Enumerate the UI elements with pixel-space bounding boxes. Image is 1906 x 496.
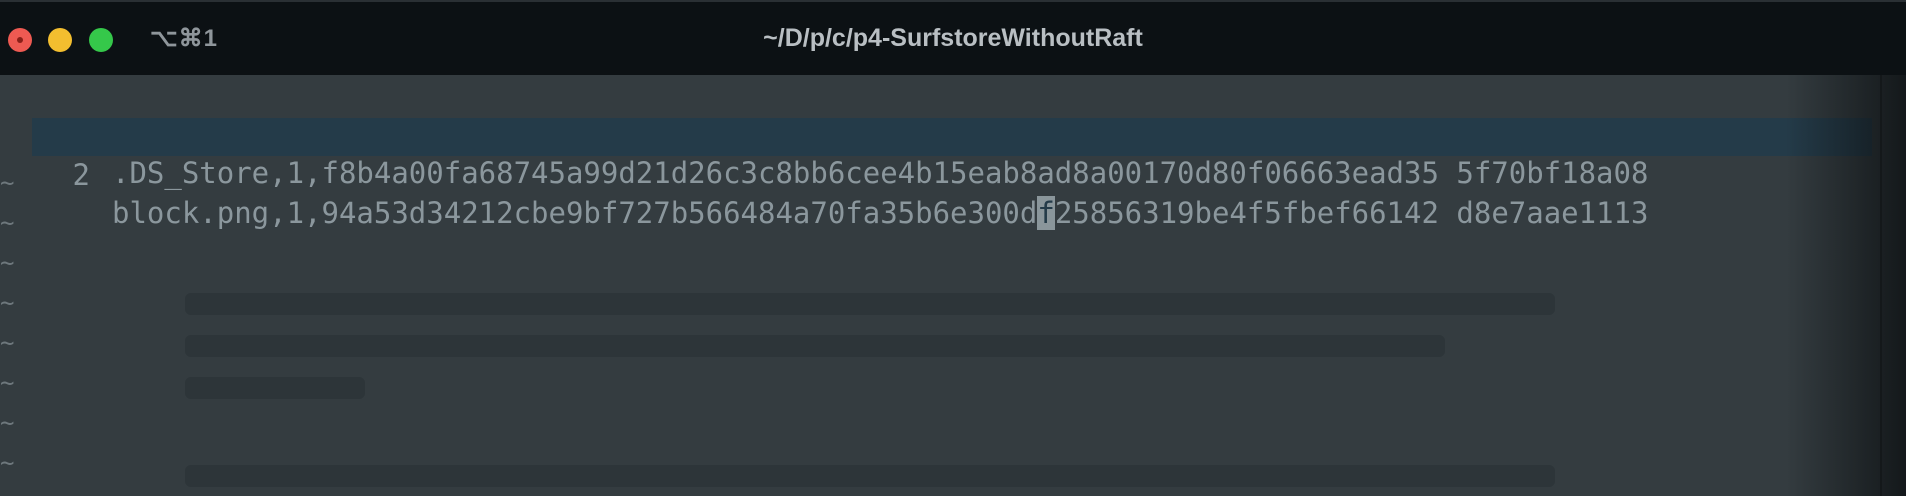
window-title: ~/D/p/c/p4-SurfstoreWithoutRaft	[763, 24, 1143, 52]
line-text-after-cursor: 25856319be4f5fbef66142 d8e7aae1113	[1054, 196, 1649, 230]
empty-line-marker: ~	[0, 369, 15, 397]
empty-line-marker: ~	[0, 289, 15, 317]
background-blur-text	[185, 293, 1555, 315]
window-shadow	[1786, 75, 1906, 496]
background-blur-text	[185, 377, 365, 399]
empty-line-marker: ~	[0, 409, 15, 437]
empty-line-marker: ~	[0, 329, 15, 357]
title-bar: ⌥⌘1 ~/D/p/c/p4-SurfstoreWithoutRaft	[0, 0, 1906, 75]
text-cursor: f	[1037, 196, 1055, 230]
line-text: .DS_Store,1,f8b4a00fa68745a99d21d26c3c8b…	[112, 156, 1649, 190]
background-blur-text	[185, 465, 1555, 487]
line-text-before-cursor: block.png,1,94a53d34212cbe9bf727b566484a…	[112, 196, 1038, 230]
empty-line-marker: ~	[0, 169, 15, 197]
empty-line-marker: ~	[0, 209, 15, 237]
vim-editor[interactable]: 1 .DS_Store,1,f8b4a00fa68745a99d21d26c3c…	[0, 75, 1906, 496]
editor-line[interactable]: 1 .DS_Store,1,f8b4a00fa68745a99d21d26c3c…	[32, 78, 1872, 190]
terminal-window: ⌥⌘1 ~/D/p/c/p4-SurfstoreWithoutRaft 1 .D…	[0, 0, 1906, 496]
line-number: 2	[72, 158, 90, 192]
editor-line-current[interactable]: 2 block.png,1,94a53d34212cbe9bf727b56648…	[32, 118, 1872, 230]
background-blur-text	[185, 335, 1445, 357]
empty-line-marker: ~	[0, 249, 15, 277]
line-text: block.png,1,94a53d34212cbe9bf727b566484a…	[112, 194, 1648, 232]
empty-line-marker: ~	[0, 449, 15, 477]
